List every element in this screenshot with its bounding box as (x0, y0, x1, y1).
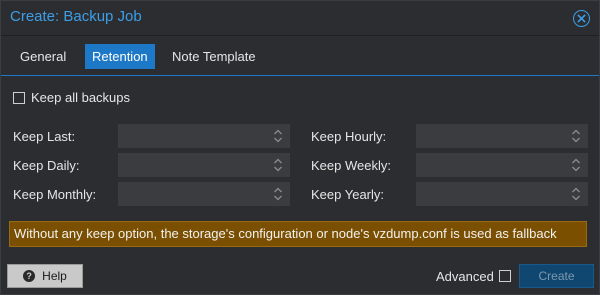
create-label: Create (538, 269, 575, 283)
keep-daily-label: Keep Daily: (13, 158, 80, 173)
fallback-notice: Without any keep option, the storage's c… (9, 221, 587, 247)
tab-general[interactable]: General (13, 44, 73, 69)
spinner-arrows-icon[interactable] (273, 157, 283, 173)
tab-bar: General Retention Note Template (1, 35, 599, 75)
keep-last-input[interactable] (118, 124, 290, 148)
help-button[interactable]: ? Help (7, 264, 83, 288)
retention-panel: Keep all backups Keep Last: Keep Daily: … (1, 75, 599, 259)
spinner-arrows-icon[interactable] (571, 186, 581, 202)
keep-yearly-label: Keep Yearly: (311, 187, 385, 202)
advanced-label: Advanced (436, 269, 494, 284)
keep-monthly-input[interactable] (118, 182, 290, 206)
tab-retention[interactable]: Retention (85, 44, 155, 69)
dialog-titlebar: Create: Backup Job (1, 1, 599, 35)
dialog-footer: ? Help Advanced Create (1, 259, 599, 294)
spinner-arrows-icon[interactable] (571, 157, 581, 173)
close-button[interactable] (573, 10, 590, 27)
backup-job-dialog: Create: Backup Job General Retention Not… (0, 0, 600, 295)
keep-daily-input[interactable] (118, 153, 290, 177)
dialog-title: Create: Backup Job (10, 8, 142, 25)
keep-hourly-input[interactable] (416, 124, 588, 148)
keep-monthly-label: Keep Monthly: (13, 187, 97, 202)
advanced-checkbox[interactable] (499, 270, 511, 282)
keep-all-checkbox[interactable] (13, 91, 25, 104)
create-button[interactable]: Create (519, 264, 594, 288)
question-icon: ? (23, 270, 36, 282)
keep-all-label: Keep all backups (31, 90, 131, 105)
help-label: Help (42, 269, 67, 283)
spinner-arrows-icon[interactable] (273, 186, 283, 202)
close-icon (577, 14, 586, 23)
keep-last-label: Keep Last: (13, 129, 76, 144)
spinner-arrows-icon[interactable] (571, 128, 581, 144)
keep-yearly-input[interactable] (416, 182, 588, 206)
keep-weekly-label: Keep Weekly: (311, 158, 391, 173)
keep-all-row: Keep all backups (13, 90, 130, 105)
spinner-arrows-icon[interactable] (273, 128, 283, 144)
keep-hourly-label: Keep Hourly: (311, 129, 387, 144)
tab-note-template[interactable]: Note Template (165, 44, 263, 69)
keep-weekly-input[interactable] (416, 153, 588, 177)
